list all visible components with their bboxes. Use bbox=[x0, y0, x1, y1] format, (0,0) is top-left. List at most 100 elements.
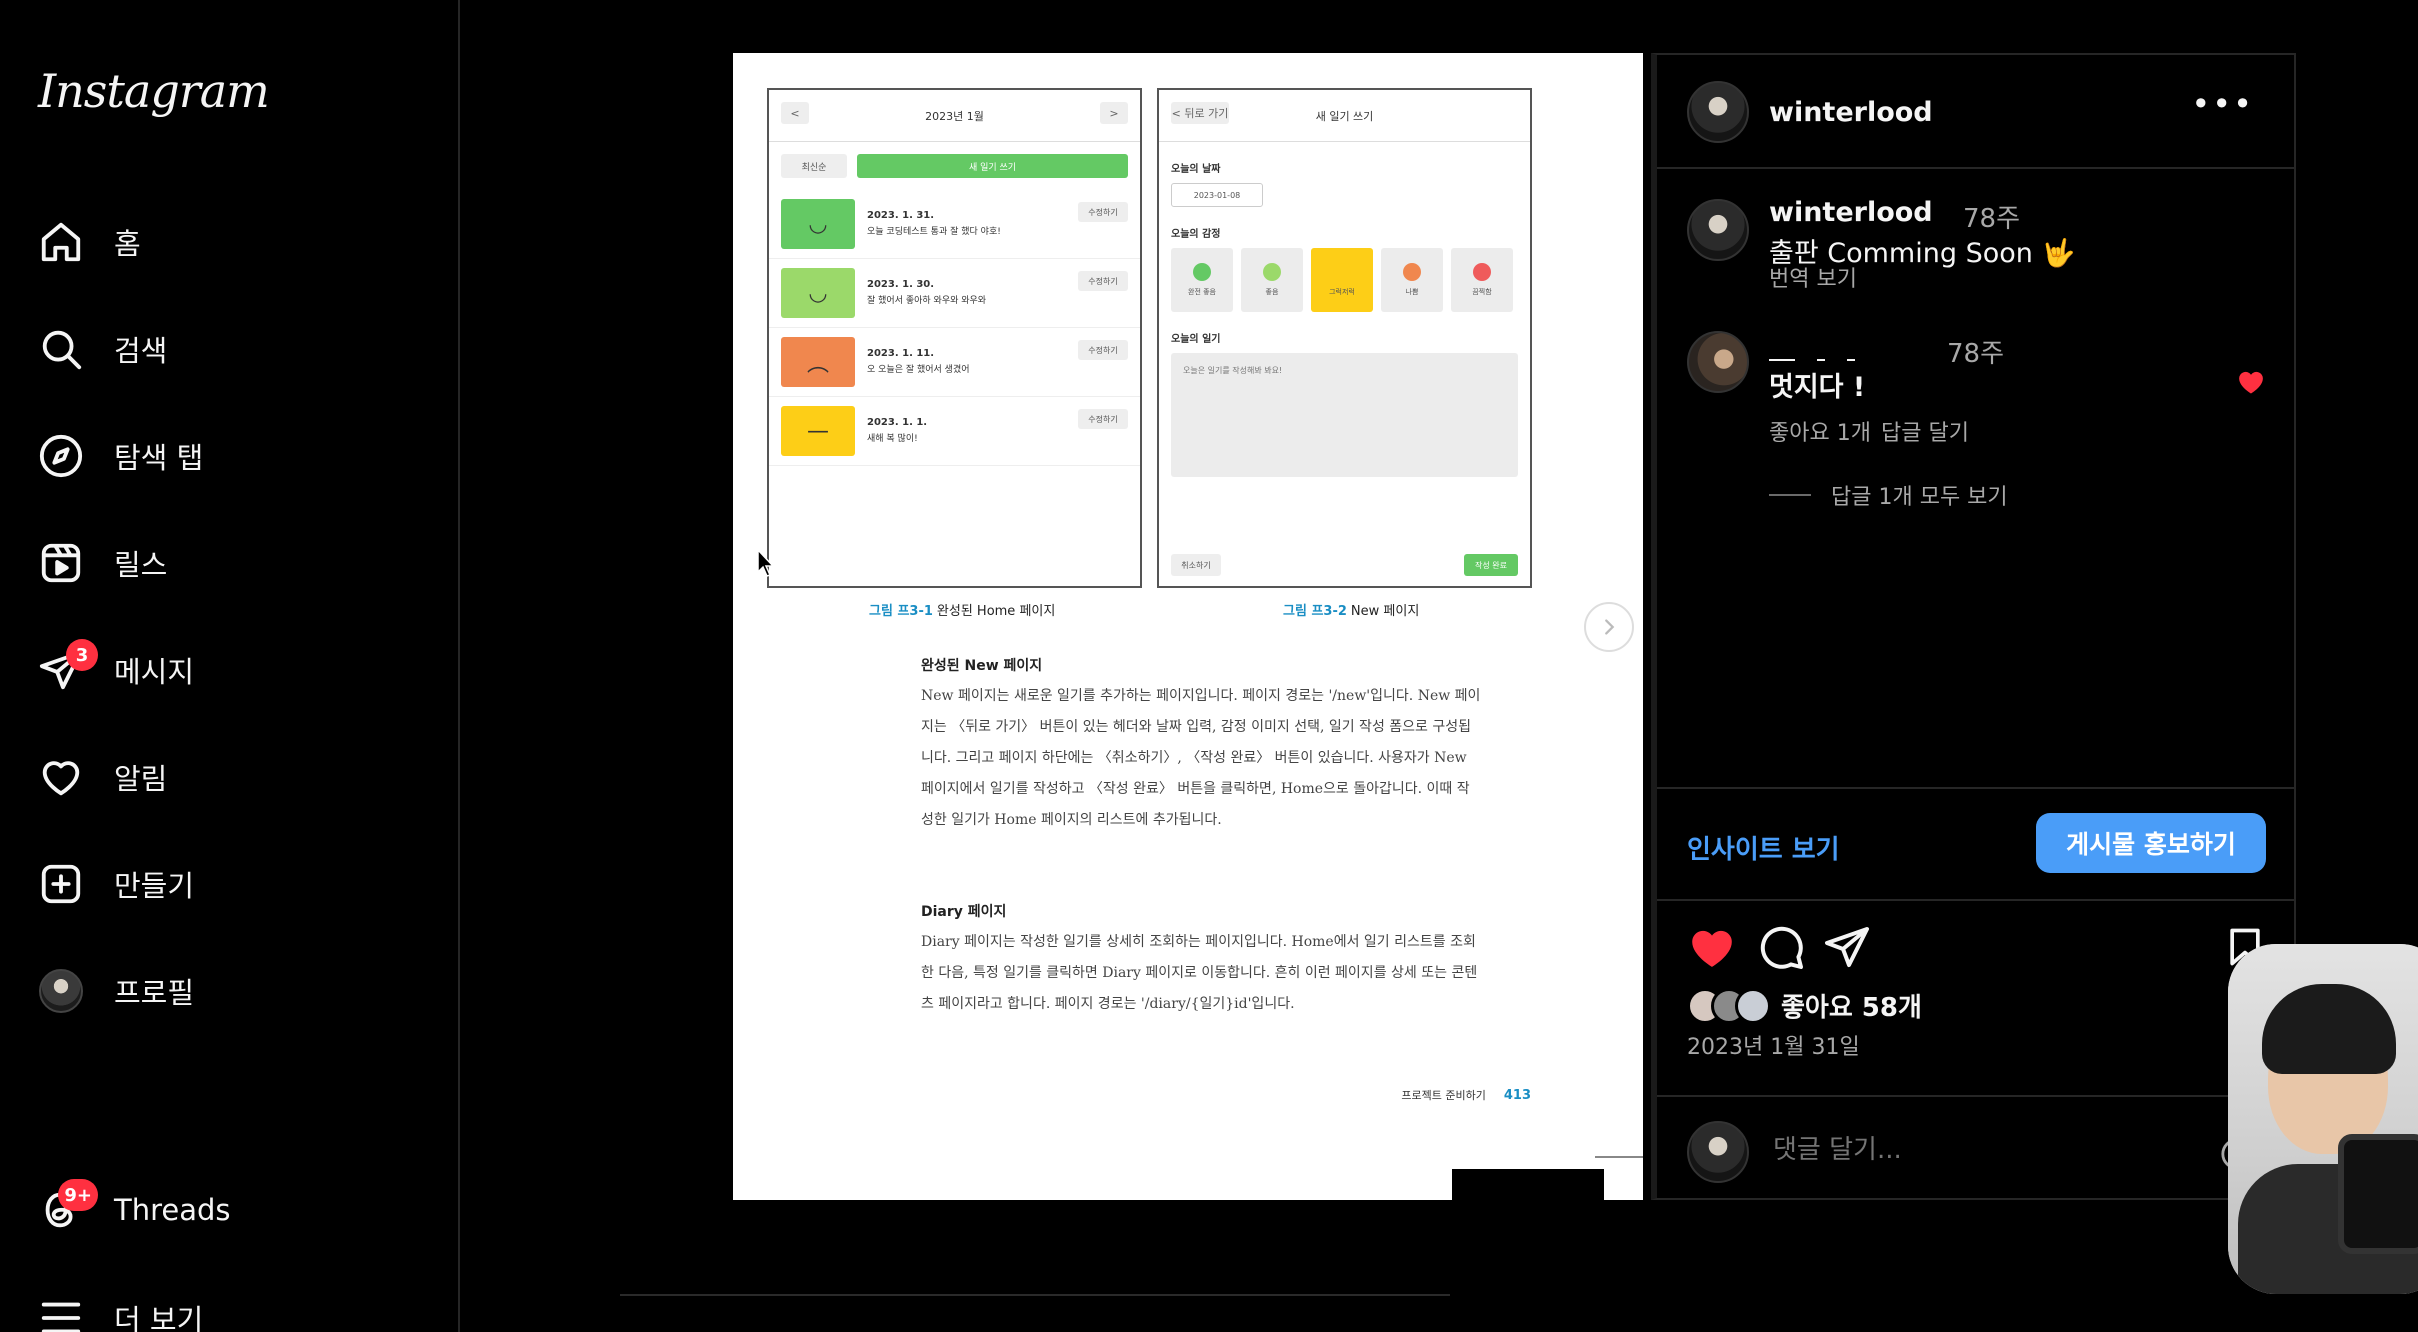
comment-bubble-icon[interactable] bbox=[1757, 923, 1805, 975]
see-translation-link[interactable]: 번역 보기 bbox=[1769, 261, 1857, 293]
figure-caption-text: 완성된 Home 페이지 bbox=[936, 604, 1056, 619]
insights-bar: 인사이트 보기 게시물 홍보하기 bbox=[1657, 787, 2294, 901]
sidebar-item-profile[interactable]: 프로필 bbox=[38, 959, 438, 1023]
sidebar-item-label: 릴스 bbox=[114, 548, 168, 582]
sidebar-item-explore[interactable]: 탐색 탭 bbox=[38, 424, 438, 488]
microphone bbox=[2338, 1134, 2418, 1254]
view-replies-label: 답글 1개 모두 보기 bbox=[1831, 485, 2008, 510]
caption-timestamp[interactable]: 78주 bbox=[1963, 198, 2020, 235]
divider bbox=[1769, 494, 1811, 496]
more-options-icon[interactable]: ••• bbox=[2191, 85, 2254, 123]
mock-edit-button: 수정하기 bbox=[1078, 409, 1128, 429]
likes-summary[interactable]: 좋아요 58개 bbox=[1687, 987, 1922, 1024]
liked-heart-icon[interactable] bbox=[2236, 367, 2266, 399]
comment-input[interactable] bbox=[1773, 1135, 2173, 1165]
mock-diary-item: — 2023. 1. 1. 새해 복 많이! 수정하기 bbox=[769, 397, 1140, 466]
sidebar-item-threads[interactable]: 9+ Threads bbox=[38, 1178, 438, 1242]
mock-header: < 2023년 1월 > bbox=[769, 90, 1140, 142]
post-image[interactable]: < 2023년 1월 > 최신순 새 일기 쓰기 ◡ 2023. 1. 31. 오늘… bbox=[733, 53, 1643, 1200]
notification-badge: 9+ bbox=[58, 1179, 98, 1211]
post-date: 2023년 1월 31일 bbox=[1687, 1035, 1860, 1060]
mock-diary-item: ︵ 2023. 1. 11. 오 오늘은 잘 했어서 생겼어 수정하기 bbox=[769, 328, 1140, 397]
figure-caption-text: New 페이지 bbox=[1350, 604, 1420, 619]
mock-footer: 취소하기 작성 완료 bbox=[1171, 554, 1518, 576]
mock-diary-text: 잘 했어서 좋아하 와우와 와우와 bbox=[867, 296, 987, 306]
mock-diary-textarea: 오늘은 일기를 작성해봐 봐요! bbox=[1171, 353, 1518, 477]
like-count[interactable]: 좋아요 58개 bbox=[1781, 987, 1922, 1024]
sidebar-item-reels[interactable]: 릴스 bbox=[38, 531, 438, 595]
view-replies-button[interactable]: 답글 1개 모두 보기 bbox=[1769, 479, 2008, 511]
emotion-face-image: ◡ bbox=[781, 268, 855, 318]
mouse-cursor bbox=[757, 548, 775, 577]
comment-username-redacted[interactable] bbox=[1769, 331, 1919, 361]
sidebar-item-home[interactable]: 홈 bbox=[38, 210, 438, 274]
sidebar-item-label: 홈 bbox=[114, 227, 141, 261]
mock-title: 2023년 1월 bbox=[925, 109, 984, 123]
mock-diary-list: ◡ 2023. 1. 31. 오늘 코딩테스트 통과 잘 했다 야호! 수정하기 ◡ 20… bbox=[769, 190, 1140, 466]
book-section-title: Diary 페이지 bbox=[921, 904, 1007, 920]
mock-emotion-label: 나쁨 bbox=[1405, 288, 1419, 296]
sidebar-item-label: 메시지 bbox=[114, 655, 195, 689]
search-icon bbox=[38, 326, 84, 372]
chevron-right-icon bbox=[1605, 619, 1615, 635]
mock-header: < 뒤로 가기 새 일기 쓰기 bbox=[1159, 90, 1530, 142]
message-icon: 3 bbox=[38, 639, 98, 693]
avatar[interactable] bbox=[1687, 199, 1749, 261]
mock-diary-date: 2023. 1. 30. bbox=[867, 279, 935, 290]
mock-emotion-label: 그럭저럭 bbox=[1329, 288, 1355, 296]
mock-diary-date: 2023. 1. 1. bbox=[867, 417, 928, 428]
emotion-face-image: — bbox=[781, 406, 855, 456]
sidebar-item-notifications[interactable]: 알림 bbox=[38, 745, 438, 809]
page-number: 413 bbox=[1503, 1088, 1531, 1103]
book-paragraph: Diary 페이지는 작성한 일기를 상세히 조회하는 페이지입니다. Home… bbox=[921, 934, 1478, 1012]
mock-next-button: > bbox=[1100, 102, 1128, 124]
avatar bbox=[1735, 987, 1771, 1024]
instagram-logo[interactable]: Instagram bbox=[38, 64, 270, 118]
figure-caption-right: 그림 프3-2 New 페이지 bbox=[1283, 600, 1419, 619]
reply-button[interactable]: 답글 달기 bbox=[1881, 415, 1969, 447]
avatar[interactable] bbox=[1687, 81, 1749, 143]
mock-back-button: < 뒤로 가기 bbox=[1171, 102, 1229, 124]
like-heart-icon[interactable] bbox=[1687, 923, 1737, 973]
sidebar-item-search[interactable]: 검색 bbox=[38, 317, 438, 381]
book-section-title: 완성된 New 페이지 bbox=[921, 658, 1043, 674]
comment-timestamp[interactable]: 78주 bbox=[1947, 333, 2004, 370]
sidebar-item-label: 더 보기 bbox=[114, 1303, 204, 1332]
post-author-username[interactable]: winterlood bbox=[1769, 97, 1933, 128]
mock-diary-text: 오 오늘은 잘 했어서 생겼어 bbox=[867, 365, 970, 375]
mock-done-button: 작성 완료 bbox=[1464, 554, 1518, 576]
home-icon bbox=[38, 219, 84, 265]
sidebar-item-label: 검색 bbox=[114, 334, 168, 368]
avatar[interactable] bbox=[1687, 331, 1749, 393]
heart-icon bbox=[38, 754, 84, 800]
share-icon[interactable] bbox=[1823, 923, 1871, 975]
sidebar-item-label: 알림 bbox=[114, 762, 168, 796]
figure-number: 그림 프3-1 bbox=[869, 604, 933, 619]
mock-edit-button: 수정하기 bbox=[1078, 202, 1128, 222]
post-header: winterlood ••• bbox=[1657, 55, 2294, 169]
mock-diary-date: 2023. 1. 31. bbox=[867, 210, 935, 221]
mock-diary-meta: 2023. 1. 31. 오늘 코딩테스트 통과 잘 했다 야호! bbox=[867, 208, 1001, 240]
caption-username[interactable]: winterlood bbox=[1769, 197, 1933, 228]
emotion-face-image: ︵ bbox=[781, 337, 855, 387]
mock-section-label: 오늘의 날짜 bbox=[1171, 164, 1221, 175]
emotion-face-icon bbox=[1403, 263, 1421, 281]
next-image-button[interactable] bbox=[1584, 602, 1634, 652]
mock-date-input: 2023-01-08 bbox=[1171, 183, 1263, 207]
promote-post-button[interactable]: 게시물 홍보하기 bbox=[2036, 813, 2266, 873]
mock-diary-text: 오늘 코딩테스트 통과 잘 했다 야호! bbox=[867, 227, 1001, 237]
mock-new-diary-button: 새 일기 쓰기 bbox=[857, 154, 1128, 178]
emotion-face-icon bbox=[1333, 263, 1351, 281]
sidebar-item-create[interactable]: 만들기 bbox=[38, 852, 438, 916]
page-footer: 프로젝트 준비하기 413 bbox=[1401, 1087, 1531, 1103]
mock-diary-meta: 2023. 1. 30. 잘 했어서 좋아하 와우와 와우와 bbox=[867, 277, 986, 309]
mock-emotion-card: 완전 좋음 bbox=[1171, 248, 1233, 312]
view-insights-link[interactable]: 인사이트 보기 bbox=[1687, 829, 1840, 866]
post-details-panel: winterlood ••• winterlood 78주 출판 Comming… bbox=[1651, 53, 2296, 1200]
comment-like-count[interactable]: 좋아요 1개 bbox=[1769, 415, 1871, 447]
webcam-overlay bbox=[2228, 944, 2418, 1294]
sidebar: Instagram 홈 검색 탐색 탭 릴스 3 메시지 알림 만들기 프로필 … bbox=[0, 0, 460, 1332]
mock-prev-button: < bbox=[781, 102, 809, 124]
sidebar-item-messages[interactable]: 3 메시지 bbox=[38, 638, 438, 702]
sidebar-item-more[interactable]: 더 보기 bbox=[38, 1286, 438, 1332]
